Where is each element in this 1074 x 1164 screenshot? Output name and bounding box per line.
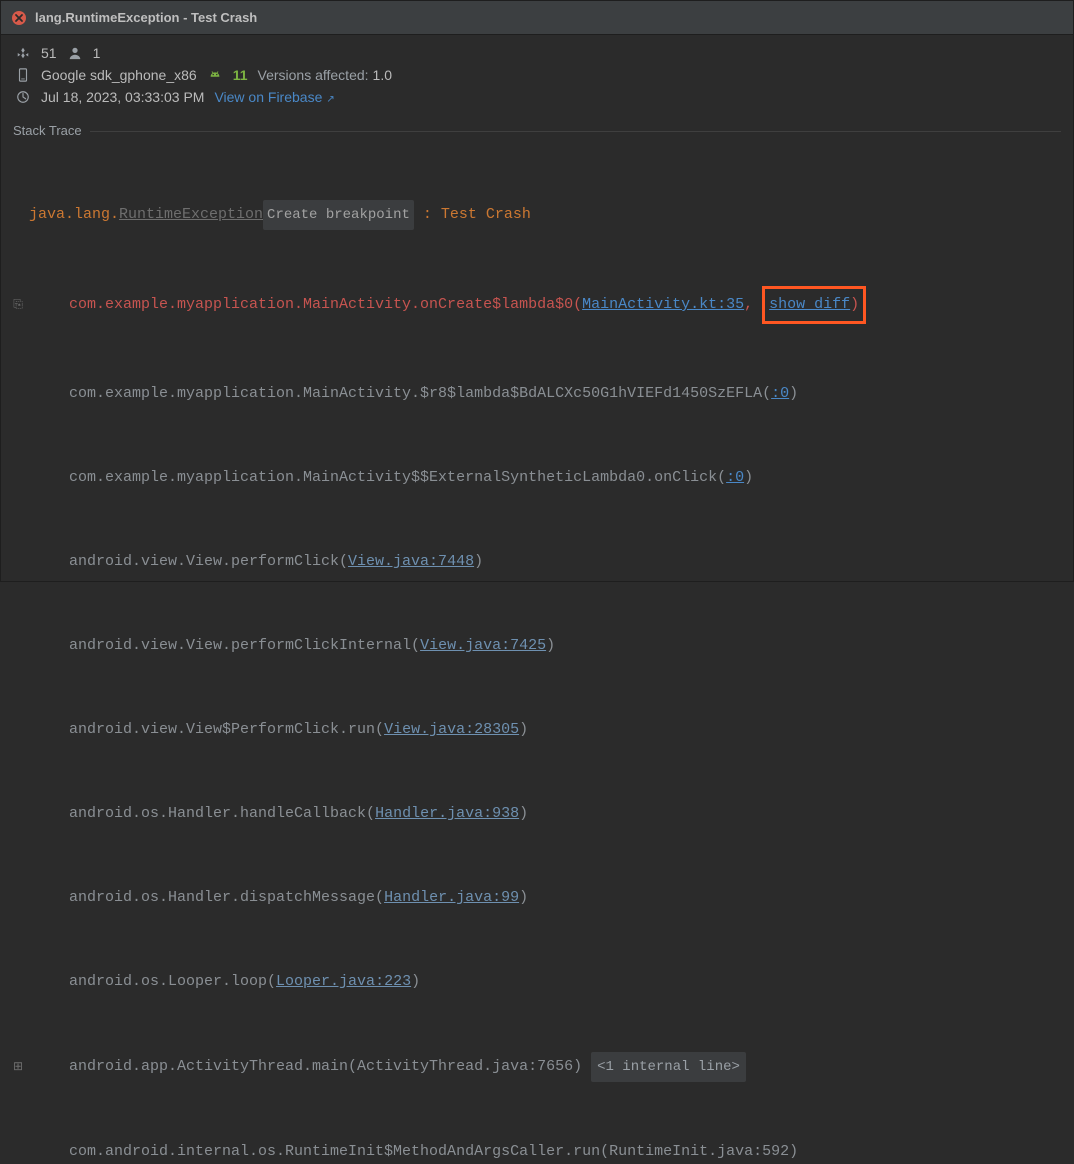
internal-line-badge[interactable]: <1 internal line>	[591, 1052, 746, 1082]
gutter-blank	[7, 884, 29, 912]
paren-close: )	[519, 800, 528, 828]
exception-class-link[interactable]: RuntimeException	[119, 201, 263, 229]
frame-text: android.os.Looper.loop(	[69, 968, 276, 996]
section-title: Stack Trace	[13, 123, 82, 138]
gutter-blank	[7, 800, 29, 828]
source-link[interactable]: :0	[726, 464, 744, 492]
bug-icon	[15, 45, 31, 61]
paren-close: )	[411, 968, 420, 996]
show-diff-highlight: show diff)	[762, 286, 866, 324]
user-icon	[67, 45, 83, 61]
frame-text: android.app.ActivityThread.main(Activity…	[69, 1053, 591, 1081]
frame-text: com.android.internal.os.RuntimeInit$Meth…	[69, 1138, 798, 1164]
gutter-blank	[7, 1138, 29, 1164]
gutter-blank	[7, 548, 29, 576]
stack-trace-label: Stack Trace	[1, 117, 1073, 140]
exception-sep: :	[414, 201, 441, 229]
user-count: 1	[93, 45, 101, 61]
versions-affected-label: Versions affected:	[258, 67, 369, 83]
device-icon	[15, 67, 31, 83]
source-link[interactable]: Handler.java:938	[375, 800, 519, 828]
paren-close: )	[789, 380, 798, 408]
clock-icon	[15, 89, 31, 105]
frame-1: com.example.myapplication.MainActivity.$…	[7, 380, 1067, 408]
versions-affected-value: 1.0	[373, 67, 392, 83]
source-link[interactable]: Looper.java:223	[276, 968, 411, 996]
counts-row: 51 1	[15, 45, 1059, 61]
expand-icon[interactable]: ⊞	[7, 1053, 29, 1081]
frame-6: android.os.Handler.handleCallback(Handle…	[7, 800, 1067, 828]
frame-2: com.example.myapplication.MainActivity$$…	[7, 464, 1067, 492]
frame-text: android.view.View.performClick(	[69, 548, 348, 576]
external-link-icon: ↗	[326, 94, 334, 105]
device-row: Google sdk_gphone_x86 11 Versions affect…	[15, 67, 1059, 83]
crash-count: 51	[41, 45, 57, 61]
exception-package: java.lang.	[29, 201, 119, 229]
error-circle-icon	[11, 10, 27, 26]
device-name: Google sdk_gphone_x86	[41, 67, 197, 83]
frame-text: com.example.myapplication.MainActivity.o…	[69, 291, 582, 319]
paren-close: )	[546, 632, 555, 660]
source-link[interactable]: View.java:7425	[420, 632, 546, 660]
gutter-blank	[7, 380, 29, 408]
frame-10: com.android.internal.os.RuntimeInit$Meth…	[7, 1138, 1067, 1164]
source-link[interactable]: View.java:28305	[384, 716, 519, 744]
gutter-icon[interactable]: ⎘	[7, 291, 29, 319]
view-on-firebase-link[interactable]: View on Firebase ↗	[214, 89, 334, 105]
gutter-blank	[7, 968, 29, 996]
android-version: 11	[233, 67, 248, 83]
frame-4: android.view.View.performClickInternal(V…	[7, 632, 1067, 660]
frame-text: android.view.View$PerformClick.run(	[69, 716, 384, 744]
crash-meta: 51 1 Google sdk_gphone_x86 11 Versions a…	[1, 35, 1073, 117]
firebase-link-text: View on Firebase	[214, 89, 322, 105]
source-link[interactable]: Handler.java:99	[384, 884, 519, 912]
gutter-blank	[7, 201, 29, 229]
section-divider	[90, 131, 1061, 132]
show-diff-link[interactable]: show diff	[769, 296, 850, 313]
exception-message: Test Crash	[441, 201, 531, 229]
source-link[interactable]: MainActivity.kt:35	[582, 291, 744, 319]
frame-5: android.view.View$PerformClick.run(View.…	[7, 716, 1067, 744]
exception-line: java.lang.RuntimeException Create breakp…	[7, 200, 1067, 230]
frame-9: ⊞ android.app.ActivityThread.main(Activit…	[7, 1052, 1067, 1082]
titlebar: lang.RuntimeException - Test Crash	[1, 1, 1073, 35]
create-breakpoint-button[interactable]: Create breakpoint	[263, 200, 414, 230]
comma: ,	[744, 291, 762, 319]
frame-text: com.example.myapplication.MainActivity$$…	[69, 464, 726, 492]
window-title: lang.RuntimeException - Test Crash	[35, 10, 257, 25]
frame-8: android.os.Looper.loop(Looper.java:223)	[7, 968, 1067, 996]
frame-text: com.example.myapplication.MainActivity.$…	[69, 380, 771, 408]
frame-text: android.os.Handler.dispatchMessage(	[69, 884, 384, 912]
paren-close: )	[474, 548, 483, 576]
timestamp-row: Jul 18, 2023, 03:33:03 PM View on Fireba…	[15, 89, 1059, 105]
frame-3: android.view.View.performClick(View.java…	[7, 548, 1067, 576]
paren-close: )	[744, 464, 753, 492]
android-icon	[207, 67, 223, 83]
frame-text: android.os.Handler.handleCallback(	[69, 800, 375, 828]
gutter-blank	[7, 632, 29, 660]
paren-close: )	[519, 716, 528, 744]
frame-0: ⎘ com.example.myapplication.MainActivity.…	[7, 286, 1067, 324]
stack-trace: java.lang.RuntimeException Create breakp…	[1, 140, 1073, 1164]
paren-close: )	[519, 884, 528, 912]
crash-timestamp: Jul 18, 2023, 03:33:03 PM	[41, 89, 204, 105]
frame-7: android.os.Handler.dispatchMessage(Handl…	[7, 884, 1067, 912]
gutter-blank	[7, 716, 29, 744]
source-link[interactable]: :0	[771, 380, 789, 408]
gutter-blank	[7, 464, 29, 492]
source-link[interactable]: View.java:7448	[348, 548, 474, 576]
paren-close: )	[850, 296, 859, 313]
frame-text: android.view.View.performClickInternal(	[69, 632, 420, 660]
